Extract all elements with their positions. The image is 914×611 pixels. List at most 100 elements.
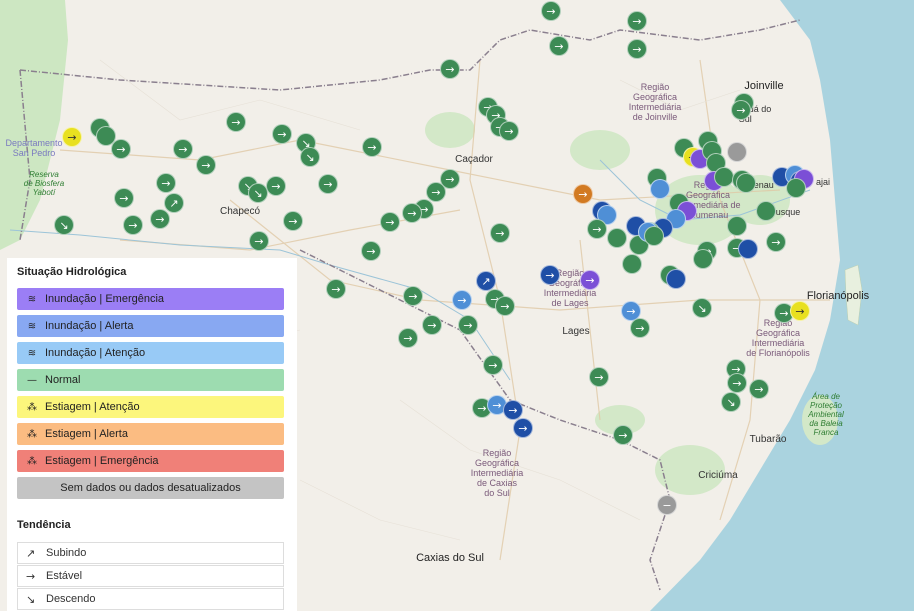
trend-item-subindo[interactable]: ↗ Subindo bbox=[17, 542, 284, 564]
station-marker[interactable]: → bbox=[272, 124, 292, 144]
station-marker[interactable]: → bbox=[573, 184, 593, 204]
station-marker[interactable]: ↘ bbox=[54, 215, 74, 235]
station-marker[interactable]: → bbox=[440, 59, 460, 79]
station-marker[interactable]: − bbox=[657, 495, 677, 515]
legend-item-inundacao-atencao[interactable]: ≋ Inundação | Atenção bbox=[17, 342, 284, 364]
arrow-right-icon: → bbox=[457, 293, 467, 307]
station-marker[interactable] bbox=[693, 249, 713, 269]
station-marker[interactable]: → bbox=[398, 328, 418, 348]
station-marker[interactable]: → bbox=[580, 270, 600, 290]
legend-item-estiagem-atencao[interactable]: ⁂ Estiagem | Atenção bbox=[17, 396, 284, 418]
station-marker[interactable]: → bbox=[541, 1, 561, 21]
legend-item-estiagem-emergencia[interactable]: ⁂ Estiagem | Emergência bbox=[17, 450, 284, 472]
station-marker[interactable]: → bbox=[540, 265, 560, 285]
arrow-right-icon: → bbox=[201, 158, 211, 172]
station-marker[interactable]: → bbox=[749, 379, 769, 399]
flood-icon: ≋ bbox=[27, 347, 37, 359]
station-marker[interactable]: → bbox=[150, 209, 170, 229]
station-marker[interactable]: → bbox=[361, 241, 381, 261]
station-marker[interactable]: → bbox=[123, 215, 143, 235]
station-marker[interactable]: → bbox=[318, 174, 338, 194]
station-marker[interactable]: → bbox=[499, 121, 519, 141]
arrow-right-icon: → bbox=[254, 234, 264, 248]
arrow-right-icon: → bbox=[732, 376, 742, 390]
station-marker[interactable]: → bbox=[613, 425, 633, 445]
station-marker[interactable]: → bbox=[731, 100, 751, 120]
trend-down-icon: ↘ bbox=[59, 218, 69, 232]
arrow-right-icon: → bbox=[477, 401, 487, 415]
trend-down-icon: ↘ bbox=[305, 150, 315, 164]
station-marker[interactable]: → bbox=[490, 223, 510, 243]
station-marker[interactable]: → bbox=[630, 318, 650, 338]
station-marker[interactable]: → bbox=[362, 137, 382, 157]
station-marker[interactable] bbox=[756, 201, 776, 221]
station-marker[interactable] bbox=[622, 254, 642, 274]
arrow-right-icon: → bbox=[554, 39, 564, 53]
station-marker[interactable]: → bbox=[326, 279, 346, 299]
legend-item-sem-dados[interactable]: Sem dados ou dados desatualizados bbox=[17, 477, 284, 499]
station-marker[interactable]: → bbox=[196, 155, 216, 175]
station-marker[interactable] bbox=[786, 178, 806, 198]
station-marker[interactable]: → bbox=[503, 400, 523, 420]
trend-item-estavel[interactable]: → Estável bbox=[17, 565, 284, 587]
legend-item-inundacao-emergencia[interactable]: ≋ Inundação | Emergência bbox=[17, 288, 284, 310]
station-marker[interactable]: → bbox=[62, 127, 82, 147]
station-marker[interactable]: → bbox=[790, 301, 810, 321]
arrow-right-icon: → bbox=[578, 187, 588, 201]
station-marker[interactable]: → bbox=[266, 176, 286, 196]
station-marker[interactable]: → bbox=[226, 112, 246, 132]
arrow-right-icon: → bbox=[492, 398, 502, 412]
station-marker[interactable]: → bbox=[173, 139, 193, 159]
station-marker[interactable]: ↗ bbox=[164, 193, 184, 213]
station-marker[interactable] bbox=[607, 228, 627, 248]
station-marker[interactable]: → bbox=[422, 315, 442, 335]
station-marker[interactable]: ↘ bbox=[692, 298, 712, 318]
station-marker[interactable]: → bbox=[403, 286, 423, 306]
station-marker[interactable]: ↗ bbox=[476, 271, 496, 291]
station-marker[interactable] bbox=[738, 239, 758, 259]
arrow-right-icon: → bbox=[495, 226, 505, 240]
legend-item-estiagem-alerta[interactable]: ⁂ Estiagem | Alerta bbox=[17, 423, 284, 445]
station-marker[interactable]: ↘ bbox=[300, 147, 320, 167]
station-marker[interactable]: → bbox=[587, 219, 607, 239]
arrow-right-icon: → bbox=[277, 127, 287, 141]
station-marker[interactable] bbox=[736, 173, 756, 193]
station-marker[interactable]: → bbox=[483, 355, 503, 375]
station-marker[interactable]: → bbox=[402, 203, 422, 223]
drought-icon: ⁂ bbox=[27, 455, 37, 467]
station-marker[interactable]: → bbox=[111, 139, 131, 159]
station-marker[interactable]: → bbox=[727, 373, 747, 393]
arrow-right-icon: → bbox=[445, 172, 455, 186]
arrow-right-icon: → bbox=[408, 289, 418, 303]
station-marker[interactable] bbox=[644, 226, 664, 246]
station-marker[interactable]: → bbox=[766, 232, 786, 252]
station-marker[interactable]: → bbox=[513, 418, 533, 438]
station-marker[interactable]: → bbox=[549, 36, 569, 56]
station-marker[interactable] bbox=[727, 216, 747, 236]
station-marker[interactable] bbox=[666, 269, 686, 289]
station-marker[interactable]: → bbox=[380, 212, 400, 232]
flood-icon: ≋ bbox=[27, 293, 37, 305]
station-marker[interactable]: ↘ bbox=[721, 392, 741, 412]
arrow-right-icon: → bbox=[632, 14, 642, 28]
legend-item-inundacao-alerta[interactable]: ≋ Inundação | Alerta bbox=[17, 315, 284, 337]
station-marker[interactable]: → bbox=[426, 182, 446, 202]
station-marker[interactable]: → bbox=[458, 315, 478, 335]
station-marker[interactable]: → bbox=[156, 173, 176, 193]
station-marker[interactable]: → bbox=[452, 290, 472, 310]
station-marker[interactable]: ↘ bbox=[248, 183, 268, 203]
drought-icon: ⁂ bbox=[27, 401, 37, 413]
station-marker[interactable]: → bbox=[114, 188, 134, 208]
station-marker[interactable]: → bbox=[495, 296, 515, 316]
legend-item-normal[interactable]: — Normal bbox=[17, 369, 284, 391]
station-marker[interactable] bbox=[727, 142, 747, 162]
station-marker[interactable]: → bbox=[283, 211, 303, 231]
station-marker[interactable]: → bbox=[627, 39, 647, 59]
station-marker[interactable]: → bbox=[589, 367, 609, 387]
arrow-right-icon: → bbox=[488, 358, 498, 372]
station-marker[interactable]: → bbox=[249, 231, 269, 251]
trend-item-descendo[interactable]: ↘ Descendo bbox=[17, 588, 284, 610]
station-marker[interactable] bbox=[650, 179, 670, 199]
station-marker[interactable]: → bbox=[627, 11, 647, 31]
station-marker[interactable] bbox=[714, 167, 734, 187]
